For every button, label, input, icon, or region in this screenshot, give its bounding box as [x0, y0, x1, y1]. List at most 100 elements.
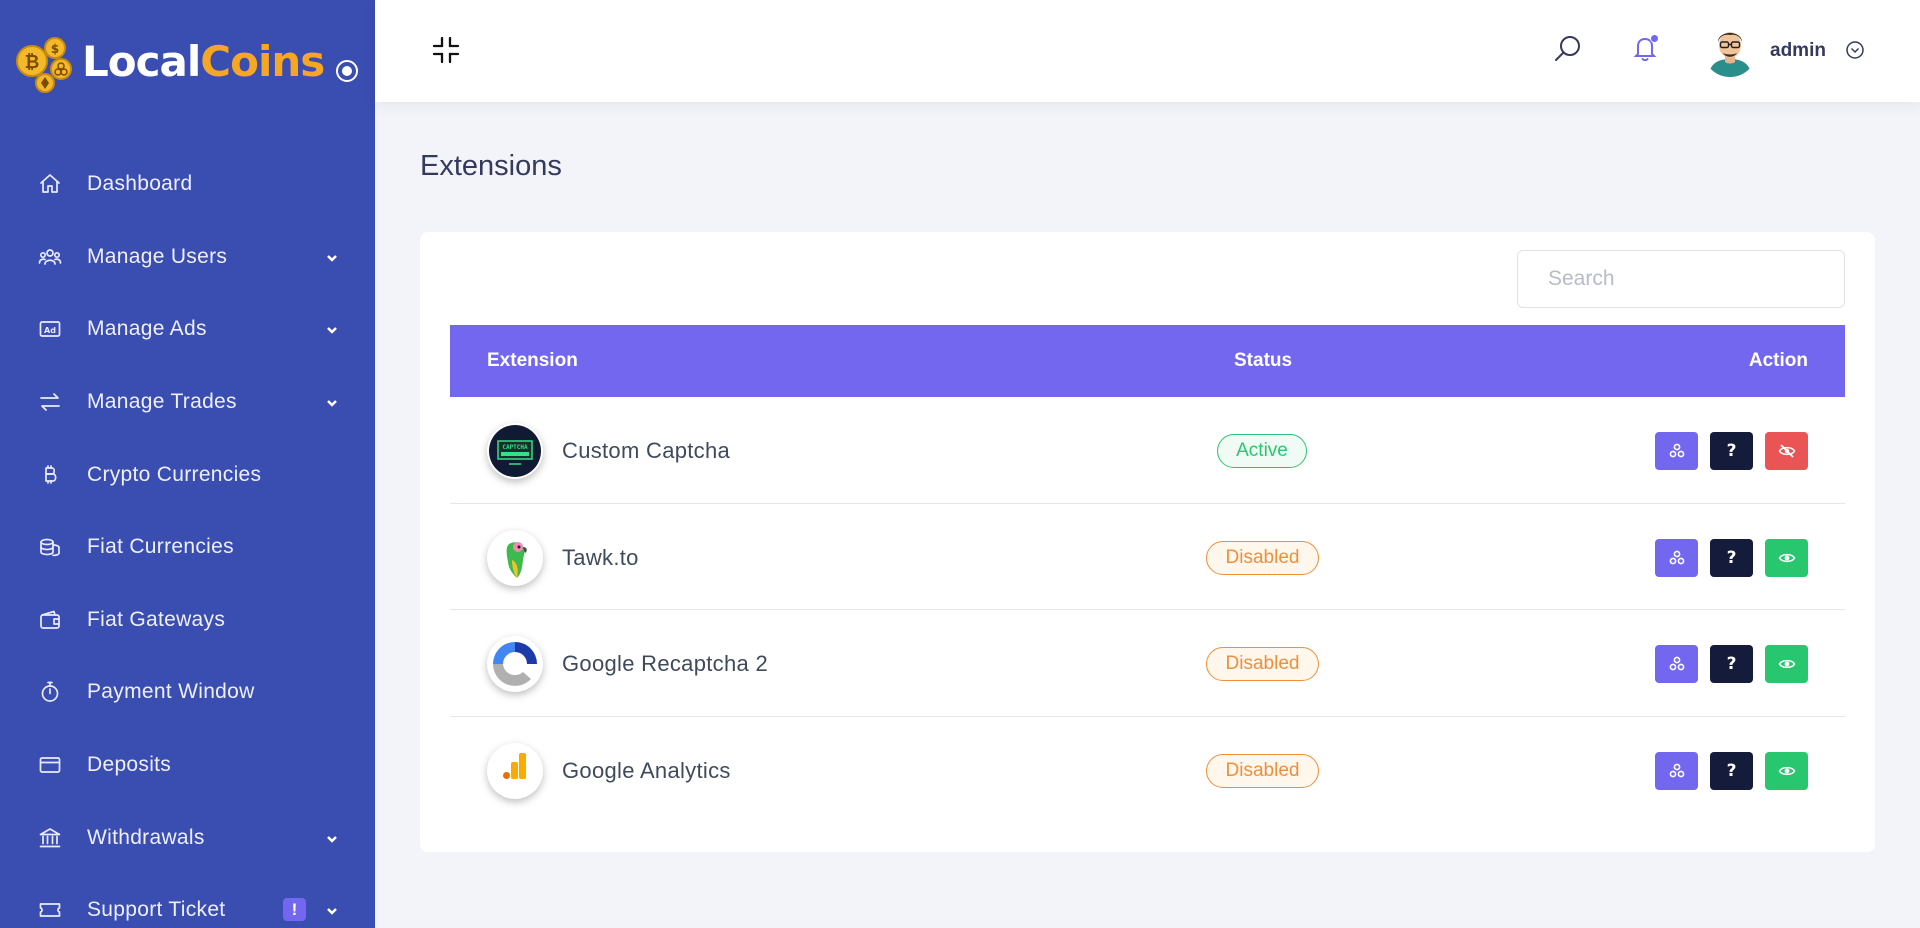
cog-icon: [1669, 763, 1684, 777]
configure-button[interactable]: [1655, 432, 1698, 470]
stopwatch-icon: [38, 680, 62, 704]
table-row: CAPTCHA Custom Captcha Active ?: [450, 397, 1845, 504]
wallet-icon: [38, 608, 62, 632]
sidebar-item-label: Fiat Gateways: [87, 607, 226, 631]
column-header-action: Action: [1748, 350, 1808, 371]
sidebar-item-manage-trades[interactable]: Manage Trades: [0, 366, 375, 439]
notification-dot: [1650, 34, 1659, 43]
table-row: Google Analytics Disabled ?: [450, 717, 1845, 824]
configure-button[interactable]: [1655, 538, 1698, 577]
help-button[interactable]: ?: [1710, 751, 1753, 790]
help-button[interactable]: ?: [1710, 538, 1753, 577]
ad-icon: Ad: [38, 317, 62, 341]
captcha-logo-icon: CAPTCHA: [487, 423, 543, 479]
search-icon[interactable]: [1552, 33, 1584, 65]
cog-icon: [1669, 656, 1684, 671]
cog-icon: [1669, 550, 1684, 564]
sidebar-item-label: Crypto Currencies: [87, 462, 262, 486]
credit-card-icon: [38, 753, 62, 777]
sidebar-nav: Dashboard Manage Users Ad Manage Ads Man…: [0, 148, 375, 928]
sidebar-item-fiat-currencies[interactable]: Fiat Currencies: [0, 511, 375, 584]
collapse-icon[interactable]: [431, 35, 461, 65]
sidebar-item-label: Fiat Currencies: [87, 535, 234, 559]
row-actions: ?: [1655, 432, 1808, 470]
brand-name: LocalCoins: [82, 36, 325, 86]
search-input[interactable]: [1517, 250, 1845, 308]
svg-text:CAPTCHA: CAPTCHA: [502, 444, 528, 451]
sidebar-item-manage-ads[interactable]: Ad Manage Ads: [0, 293, 375, 366]
extension-name: Google Analytics: [562, 757, 731, 783]
tawkto-parrot-logo-icon: [487, 529, 543, 586]
question-icon: ?: [1726, 760, 1737, 781]
bell-icon[interactable]: [1629, 32, 1661, 64]
google-analytics-logo-icon: [487, 742, 543, 799]
configure-button[interactable]: [1655, 751, 1698, 790]
column-header-extension: Extension: [487, 350, 578, 371]
home-icon: [38, 172, 62, 196]
sidebar-item-label: Support Ticket: [87, 898, 226, 922]
sidebar-item-manage-users[interactable]: Manage Users: [0, 221, 375, 294]
help-button[interactable]: ?: [1710, 645, 1753, 683]
question-icon: ?: [1726, 654, 1737, 674]
sidebar-item-label: Withdrawals: [87, 825, 205, 849]
question-icon: ?: [1726, 547, 1737, 568]
row-actions: ?: [1655, 751, 1808, 790]
cog-icon: [1669, 443, 1684, 458]
column-header-status: Status: [1234, 350, 1293, 371]
chevron-down-icon[interactable]: [1845, 40, 1865, 60]
chevron-down-icon: [326, 904, 338, 916]
eye-slash-icon: [1778, 444, 1795, 458]
sidebar-item-label: Manage Trades: [87, 390, 237, 414]
chevron-down-icon: [326, 251, 338, 263]
extension-name: Custom Captcha: [562, 438, 731, 463]
extensions-card: Extension Status Action CAPTCHA Custom C…: [420, 232, 1875, 852]
extension-name: Tawk.to: [562, 544, 639, 570]
sidebar-item-label: Manage Users: [87, 244, 228, 268]
status-badge: Disabled: [1206, 753, 1319, 788]
svg-text:₿: ₿: [25, 52, 40, 73]
table-header: Extension Status Action: [450, 325, 1845, 397]
eye-icon: [1778, 766, 1795, 775]
row-actions: ?: [1655, 538, 1808, 577]
chevron-down-icon: [326, 323, 338, 335]
recaptcha-logo-icon: [487, 636, 543, 692]
bank-icon: [38, 826, 62, 850]
svg-text:Ad: Ad: [44, 326, 56, 335]
brand-name-part1: Local: [82, 36, 201, 86]
enable-button[interactable]: [1765, 751, 1808, 790]
notification-badge: !: [283, 898, 306, 922]
status-badge: Active: [1217, 434, 1307, 468]
sidebar-item-fiat-gateways[interactable]: Fiat Gateways: [0, 584, 375, 657]
svg-text:$: $: [51, 42, 59, 56]
help-button[interactable]: ?: [1710, 432, 1753, 470]
sidebar-item-crypto-currencies[interactable]: Crypto Currencies: [0, 438, 375, 511]
configure-button[interactable]: [1655, 645, 1698, 683]
enable-button[interactable]: [1765, 645, 1808, 683]
brand-logo-icon: ₿ $: [12, 28, 78, 94]
brand[interactable]: ₿ $ LocalCoins: [12, 26, 372, 96]
sidebar-item-withdrawals[interactable]: Withdrawals: [0, 801, 375, 874]
avatar[interactable]: [1703, 23, 1757, 77]
enable-button[interactable]: [1765, 538, 1808, 577]
brand-name-part2: Coins: [200, 36, 325, 86]
page-title: Extensions: [420, 150, 562, 182]
topbar: admin: [375, 0, 1920, 102]
sidebar-item-label: Dashboard: [87, 172, 193, 196]
sidebar-item-label: Payment Window: [87, 680, 255, 704]
sidebar-item-support-ticket[interactable]: Support Ticket !: [0, 874, 375, 928]
sidebar-pin-toggle[interactable]: [336, 60, 358, 82]
bitcoin-icon: [38, 463, 62, 487]
sidebar-item-deposits[interactable]: Deposits: [0, 729, 375, 802]
chevron-down-icon: [326, 832, 338, 844]
sidebar: ₿ $ LocalCoins Dashboard Manage Users Ad…: [0, 0, 375, 928]
eye-icon: [1778, 659, 1795, 669]
extension-name: Google Recaptcha 2: [562, 651, 768, 676]
coins-icon: [38, 535, 62, 559]
disable-button[interactable]: [1765, 432, 1808, 470]
table-row: Google Recaptcha 2 Disabled ?: [450, 610, 1845, 717]
sidebar-item-payment-window[interactable]: Payment Window: [0, 656, 375, 729]
sidebar-item-dashboard[interactable]: Dashboard: [0, 148, 375, 221]
exchange-icon: [38, 390, 62, 414]
sidebar-item-label: Manage Ads: [87, 317, 207, 341]
user-name[interactable]: admin: [1770, 40, 1826, 62]
